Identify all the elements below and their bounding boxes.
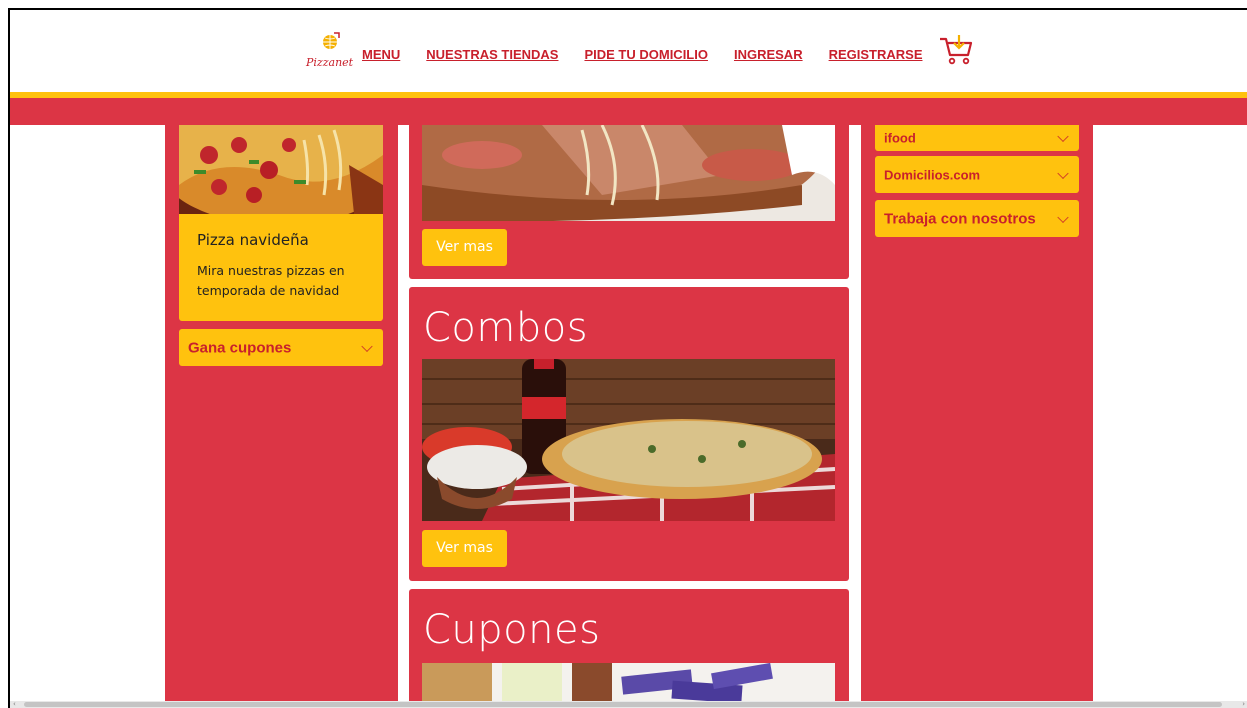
product-card-combos: Combos Ver mas [409,287,849,581]
combo-image [422,359,835,521]
left-sidebar: Pizza navideña Mira nuestras pizzas en t… [165,125,398,708]
ver-mas-button[interactable]: Ver mas [422,530,507,567]
accordion-trabaja-con-nosotros[interactable]: Trabaja con nosotros [875,200,1079,237]
product-card-cupones: Cupones [409,589,849,708]
ver-mas-button[interactable]: Ver mas [422,229,507,266]
globe-logo-icon [323,32,340,49]
accordion-ifood[interactable]: ifood [875,125,1079,151]
chevron-down-icon [1057,211,1069,223]
browser-viewport: Pizzanet MENU NUESTRAS TIENDAS PIDE TU D… [8,8,1247,708]
nav-nuestras-tiendas[interactable]: NUESTRAS TIENDAS [426,47,558,62]
promo-title: Pizza navideña [197,231,309,249]
chevron-down-icon [1057,130,1069,143]
accordion-label: ifood [884,130,916,146]
product-card-pizzas: Ver mas [409,125,849,279]
scroll-right-arrow-icon[interactable]: › [1242,700,1245,708]
accordion-domicilios[interactable]: Domicilios.com [875,156,1079,193]
main-nav: Pizzanet MENU NUESTRAS TIENDAS PIDE TU D… [304,32,975,76]
scroll-left-arrow-icon[interactable]: ‹ [13,700,16,708]
nav-registrarse[interactable]: REGISTRARSE [829,47,923,62]
right-sidebar: ifood Domicilios.com Trabaja con nosotro… [861,125,1093,708]
accordion-label: Gana cupones [188,339,292,356]
promo-card[interactable]: Pizza navideña Mira nuestras pizzas en t… [179,125,383,321]
main-content: Ver mas Combos Ver mas Cupones [400,125,861,708]
chevron-down-icon [361,340,373,352]
site-header: Pizzanet MENU NUESTRAS TIENDAS PIDE TU D… [10,10,1247,92]
nav-ingresar[interactable]: INGRESAR [734,47,803,62]
horizontal-scrollbar[interactable]: ‹ › [10,700,1247,708]
shopping-cart-icon[interactable] [937,33,975,67]
accordion-gana-cupones[interactable]: Gana cupones [179,329,383,366]
accordion-label: Trabaja con nosotros [884,210,1036,227]
card-title: Cupones [423,607,601,653]
logo[interactable]: Pizzanet [304,32,354,76]
card-title: Combos [423,305,589,351]
pizza-slice-image [422,125,835,221]
logo-wordmark: Pizzanet [306,56,354,69]
nav-pide-tu-domicilio[interactable]: PIDE TU DOMICILIO [584,47,708,62]
promo-description: Mira nuestras pizzas en temporada de nav… [197,263,345,298]
scrollbar-thumb[interactable] [24,702,1222,707]
nav-menu[interactable]: MENU [362,47,400,62]
header-red-band [10,98,1247,125]
chevron-down-icon [1057,167,1069,179]
promo-pizza-image [179,125,383,214]
accordion-label: Domicilios.com [884,167,981,182]
